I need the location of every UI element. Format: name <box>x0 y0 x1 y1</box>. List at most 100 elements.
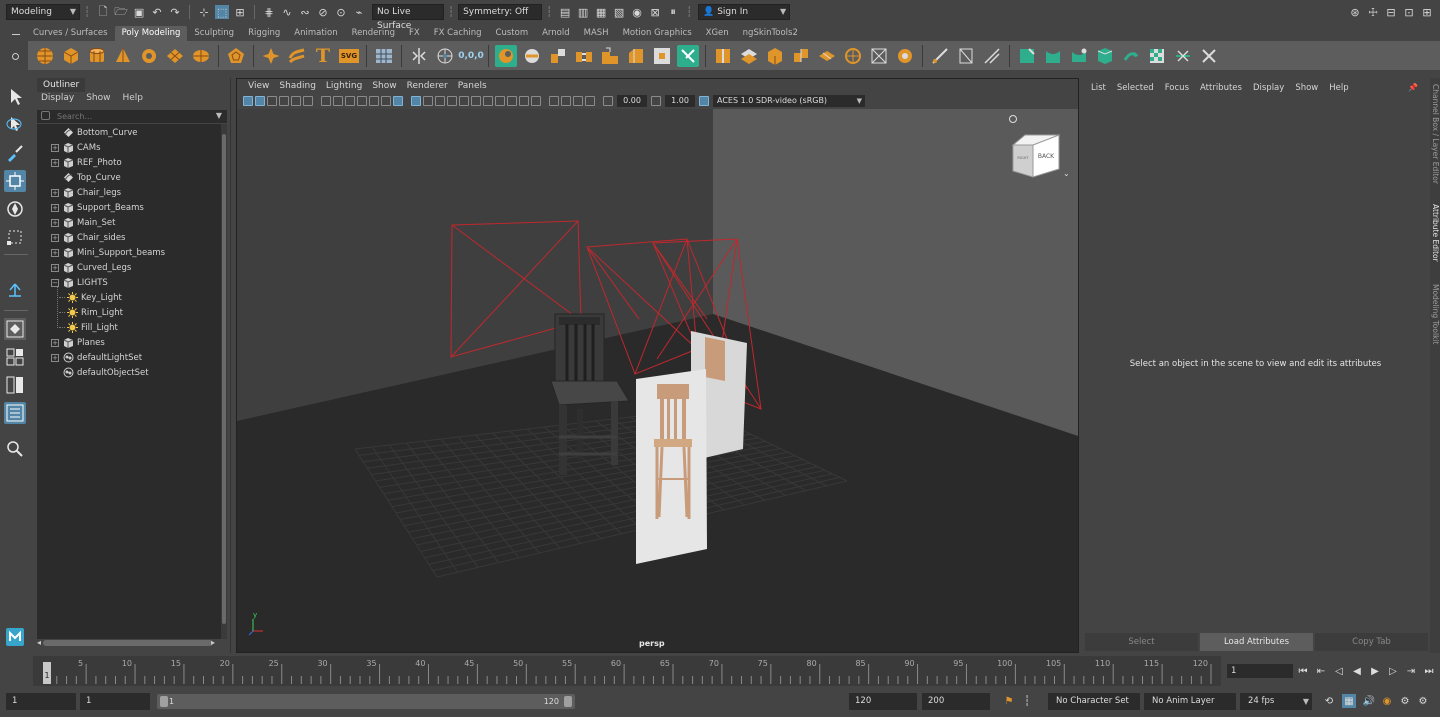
bridge-icon[interactable] <box>573 45 595 67</box>
grid-toggle-icon[interactable] <box>321 96 331 106</box>
chevron-down-icon[interactable]: ⌄ <box>1063 169 1070 178</box>
outliner-item[interactable]: + Planes <box>51 335 105 350</box>
shelf-tab[interactable]: FX <box>402 26 427 41</box>
outliner-item[interactable]: Top_Curve <box>51 170 121 185</box>
extrude-icon[interactable] <box>547 45 569 67</box>
select-camera-icon[interactable] <box>243 96 253 106</box>
outliner-item[interactable]: Rim_Light <box>59 305 123 320</box>
2d-pan-zoom-icon[interactable] <box>291 96 301 106</box>
outliner-item[interactable]: + Mini_Support_beams <box>51 245 165 260</box>
animation-end-field[interactable]: 200 <box>922 693 990 710</box>
retopologize-icon[interactable] <box>868 45 890 67</box>
outliner-item[interactable]: + REF_Photo <box>51 155 122 170</box>
viewport-menu-item[interactable]: Show <box>367 79 401 93</box>
camera-attributes-icon[interactable] <box>255 96 265 106</box>
poly-sphere-icon[interactable] <box>34 45 56 67</box>
smooth-shade-icon[interactable] <box>423 96 433 106</box>
pin-icon[interactable]: 📌 <box>1408 83 1418 92</box>
lasso-tool-icon[interactable] <box>4 114 26 136</box>
outliner-item[interactable]: + CAMs <box>51 140 101 155</box>
copy-tab-button[interactable]: Copy Tab <box>1315 633 1428 651</box>
shader-green-3-icon[interactable] <box>1068 45 1090 67</box>
wireframe-on-shaded-icon[interactable] <box>447 96 457 106</box>
playback-end-field[interactable]: 120 <box>849 693 917 710</box>
gamma-icon[interactable] <box>651 96 661 106</box>
type-tool-icon[interactable]: T <box>312 45 334 67</box>
shelf-tab[interactable]: Arnold <box>535 26 577 41</box>
cut-uv-icon[interactable] <box>1172 45 1194 67</box>
offset-edge-loop-icon[interactable] <box>738 45 760 67</box>
color-space-dropdown[interactable]: ACES 1.0 SDR-video (sRGB) ▼ <box>713 95 865 107</box>
poly-disc-icon[interactable] <box>190 45 212 67</box>
fill-hole-icon[interactable] <box>651 45 673 67</box>
combine-icon[interactable] <box>434 45 456 67</box>
select-component-icon[interactable]: ⊞ <box>233 5 247 19</box>
shader-green-1-icon[interactable] <box>1016 45 1038 67</box>
xray-joints-icon[interactable] <box>573 96 583 106</box>
select-button[interactable]: Select <box>1085 633 1198 651</box>
safe-action-icon[interactable] <box>381 96 391 106</box>
xray-icon[interactable] <box>561 96 571 106</box>
persp-outliner-layout-icon[interactable] <box>4 374 26 396</box>
select-tool-icon[interactable] <box>4 86 26 108</box>
snap-point-icon[interactable]: ∾ <box>298 5 312 19</box>
expand-icon[interactable]: + <box>51 203 59 212</box>
multi-cut-icon[interactable] <box>677 44 699 67</box>
bookmark-icon[interactable] <box>267 96 277 106</box>
perspective-viewport[interactable]: y BACK RIGHT ⌄ persp <box>237 109 1078 652</box>
play-backwards-icon[interactable]: ◀ <box>1350 664 1364 678</box>
view-cube[interactable]: BACK RIGHT <box>1011 131 1061 181</box>
range-slider[interactable]: 1 120 <box>157 694 575 709</box>
render-settings-icon[interactable]: ▦ <box>594 5 608 19</box>
attribute-editor-menu-item[interactable]: Attributes <box>1200 83 1242 93</box>
shelf-tab[interactable]: Rigging <box>241 26 287 41</box>
character-set-dropdown[interactable]: No Character Set <box>1048 693 1140 710</box>
image-plane-icon[interactable] <box>279 96 289 106</box>
pause-icon[interactable]: ⏸ <box>666 5 680 19</box>
shelf-tab[interactable]: MASH <box>577 26 616 41</box>
svg-tool-icon[interactable]: SVG <box>338 45 360 67</box>
last-tool-icon[interactable] <box>4 280 26 302</box>
attribute-editor-menu-item[interactable]: List <box>1091 83 1106 93</box>
expand-icon[interactable]: + <box>51 188 59 197</box>
outliner-search-input[interactable] <box>57 110 207 123</box>
wireframe-icon[interactable] <box>411 96 421 106</box>
outliner-item[interactable]: − LIGHTS <box>51 275 108 290</box>
textured-icon[interactable] <box>459 96 469 106</box>
snap-curve-icon[interactable]: ∿ <box>280 5 294 19</box>
outliner-item[interactable]: + Support_Beams <box>51 200 144 215</box>
insert-edge-loop-icon[interactable] <box>712 45 734 67</box>
cache-playback-icon[interactable]: ▦ <box>1342 694 1356 708</box>
chevron-down-icon[interactable]: ▼ <box>216 111 222 120</box>
shader-green-5-icon[interactable] <box>1120 45 1142 67</box>
step-back-key-icon[interactable]: ⇤ <box>1314 664 1328 678</box>
shelf-settings-icon[interactable] <box>12 53 19 60</box>
outliner-item[interactable]: Bottom_Curve <box>51 125 138 140</box>
modeling-toolkit-icon[interactable]: ☩ <box>1366 5 1380 19</box>
shader-green-2-icon[interactable] <box>1042 45 1064 67</box>
expand-icon[interactable]: + <box>51 218 59 227</box>
animation-start-field[interactable]: 1 <box>6 693 76 710</box>
shelf-tab[interactable]: Motion Graphics <box>616 26 699 41</box>
use-all-lights-icon[interactable] <box>471 96 481 106</box>
planar-map-icon[interactable] <box>955 45 977 67</box>
outliner-item[interactable]: + defaultLightSet <box>51 350 142 365</box>
uv-editor-icon[interactable] <box>929 45 951 67</box>
scrollbar-thumb[interactable] <box>222 134 226 624</box>
single-perspective-layout-icon[interactable] <box>4 318 26 340</box>
outliner-item[interactable]: defaultObjectSet <box>51 365 149 380</box>
save-scene-icon[interactable]: ▣ <box>132 5 146 19</box>
playback-start-field[interactable]: 1 <box>80 693 150 710</box>
expand-icon[interactable]: + <box>51 248 59 257</box>
screen-space-ao-icon[interactable] <box>495 96 505 106</box>
anim-prefs-icon[interactable]: ⚙ <box>1398 694 1412 708</box>
side-tab[interactable]: Modeling Toolkit <box>1430 284 1440 344</box>
shelf-tab[interactable]: FX Caching <box>427 26 489 41</box>
ipr-render-icon[interactable]: ▥ <box>576 5 590 19</box>
new-scene-icon[interactable]: 🗋 <box>96 5 110 19</box>
expand-icon[interactable]: + <box>51 143 59 152</box>
outliner-item[interactable]: Key_Light <box>59 290 122 305</box>
sound-options-icon[interactable]: ◉ <box>1380 694 1394 708</box>
collapse-icon[interactable]: − <box>51 278 59 287</box>
paint-select-tool-icon[interactable] <box>4 142 26 164</box>
